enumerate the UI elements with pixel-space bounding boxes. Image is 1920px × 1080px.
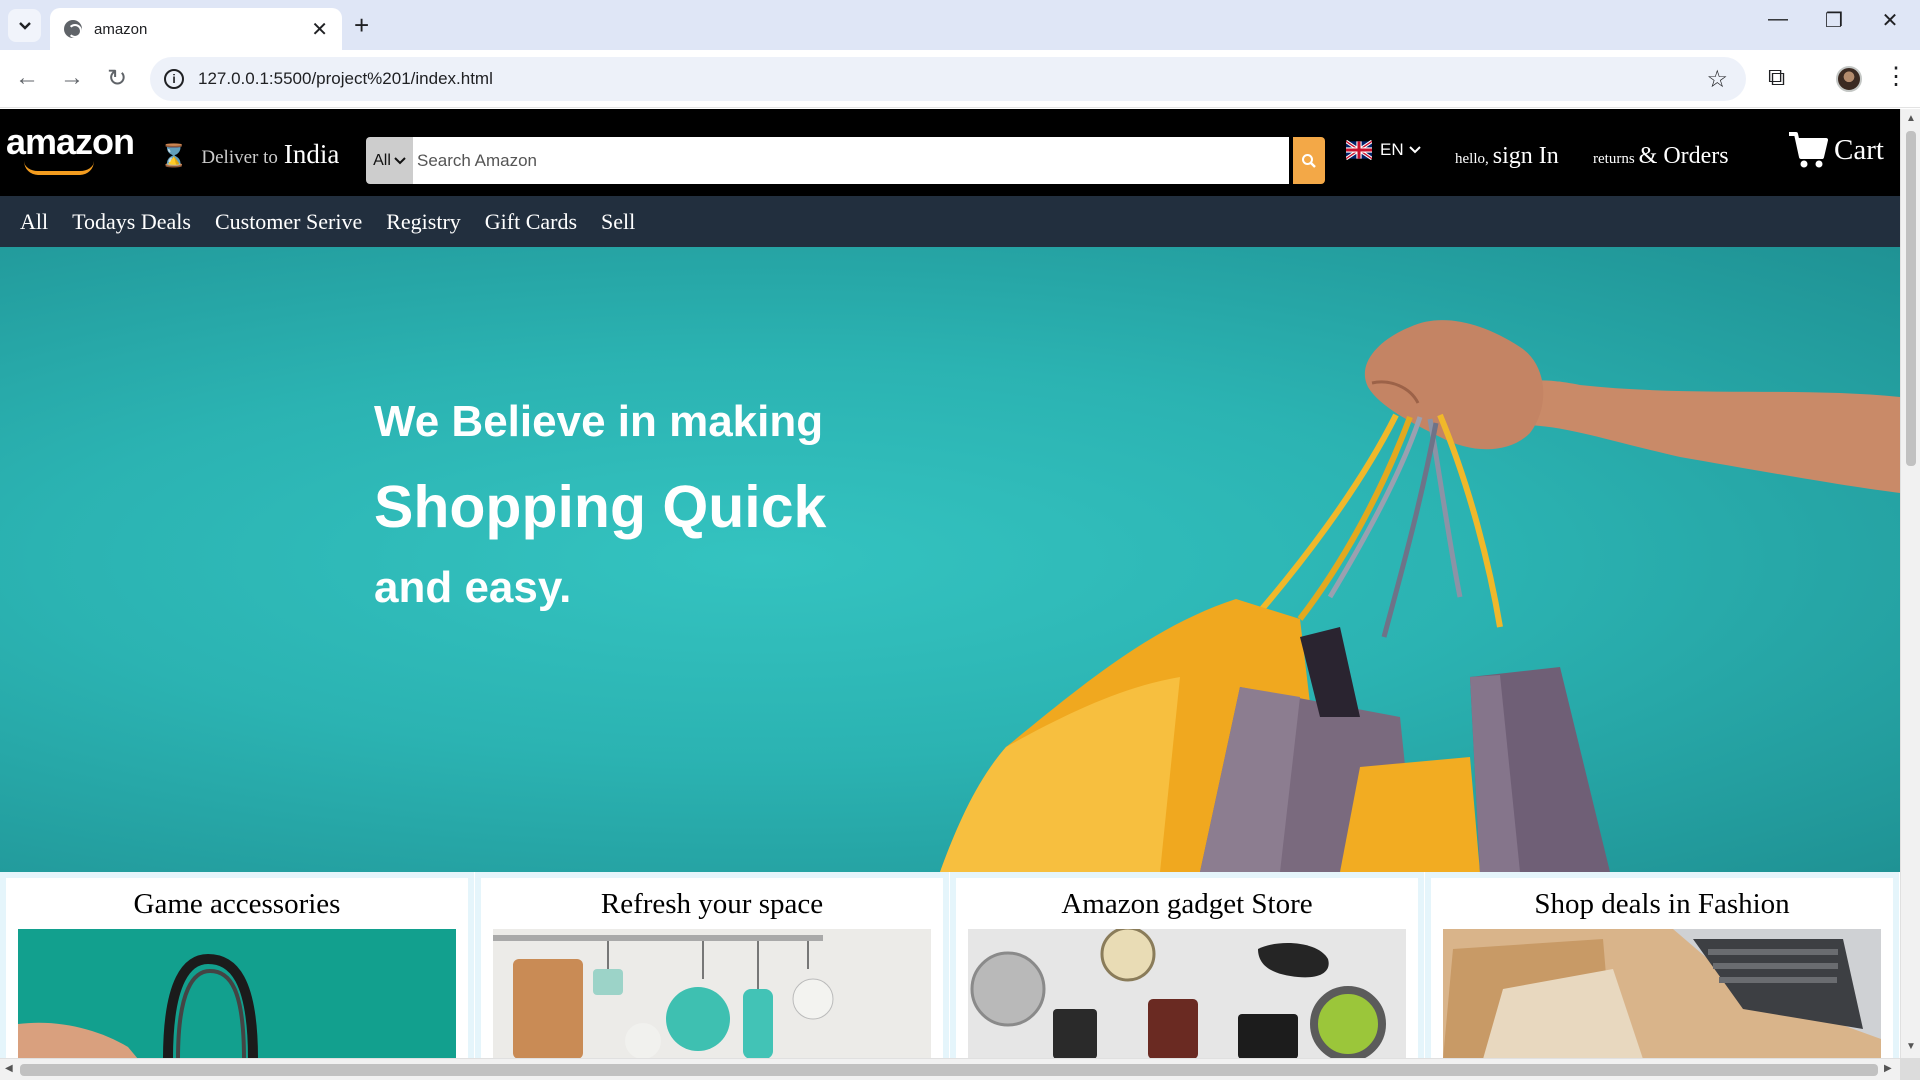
- search-bar: All: [366, 137, 1325, 184]
- page-viewport: amazon ⌛ Deliver to India All Search Ama…: [0, 109, 1900, 1058]
- returns-orders-link[interactable]: returns & Orders: [1593, 143, 1729, 170]
- logo-smile-icon: [24, 161, 94, 175]
- returns-label: returns: [1593, 151, 1635, 167]
- deliver-label: Deliver to: [201, 147, 278, 168]
- category-card[interactable]: Shop deals in Fashion: [1425, 872, 1899, 1058]
- subnav-item-sell[interactable]: Sell: [601, 209, 635, 235]
- sign-in-greeting: hello,: [1455, 151, 1489, 167]
- language-selector[interactable]: EN: [1346, 139, 1421, 161]
- forward-icon[interactable]: →: [57, 64, 87, 92]
- tab-search-button[interactable]: [8, 9, 41, 42]
- cart-link[interactable]: Cart: [1788, 131, 1884, 169]
- vertical-scroll-thumb[interactable]: [1906, 131, 1916, 466]
- category-card[interactable]: Amazon gadget Store: [950, 872, 1424, 1058]
- orders-label: & Orders: [1638, 143, 1729, 169]
- globe-icon: [64, 20, 82, 38]
- search-category-select[interactable]: All: [366, 137, 413, 184]
- horizontal-scroll-thumb[interactable]: [20, 1064, 1878, 1076]
- refresh-space-image[interactable]: [493, 929, 931, 1058]
- game-accessories-image[interactable]: [18, 929, 456, 1058]
- scroll-right-icon[interactable]: ▶: [1884, 1063, 1892, 1074]
- card-title: Shop deals in Fashion: [1534, 888, 1790, 920]
- cart-icon: [1789, 132, 1828, 168]
- minimize-button[interactable]: —: [1758, 8, 1798, 31]
- chevron-down-icon: [18, 21, 31, 30]
- amazon-logo[interactable]: amazon: [6, 121, 135, 175]
- uk-flag-icon: [1346, 139, 1372, 161]
- category-card[interactable]: Refresh your space: [475, 872, 949, 1058]
- vertical-scrollbar[interactable]: ▲ ▼: [1900, 109, 1920, 1058]
- location-pin-icon: ⌛: [160, 143, 188, 168]
- horizontal-scrollbar[interactable]: ◀ ▶: [0, 1058, 1900, 1080]
- chevron-down-icon: [394, 156, 406, 164]
- fashion-deals-image[interactable]: [1443, 929, 1881, 1058]
- close-window-button[interactable]: ✕: [1870, 8, 1910, 33]
- language-label: EN: [1380, 140, 1404, 159]
- subnav-item-registry[interactable]: Registry: [386, 209, 461, 235]
- restore-button[interactable]: ❐: [1814, 8, 1854, 33]
- browser-tab[interactable]: amazon ✕: [50, 8, 342, 50]
- hero-line-2: Shopping Quick: [374, 474, 827, 540]
- deliver-to[interactable]: ⌛ Deliver to India: [160, 139, 339, 170]
- category-card[interactable]: Game accessories: [0, 872, 474, 1058]
- sign-in-label: sign In: [1492, 143, 1559, 169]
- reload-icon[interactable]: ↻: [102, 64, 132, 93]
- search-button[interactable]: [1293, 137, 1325, 184]
- scroll-down-icon[interactable]: ▼: [1906, 1041, 1916, 1052]
- shopping-bags-image: [940, 320, 1900, 872]
- hero-banner: We Believe in making Shopping Quick and …: [0, 247, 1900, 872]
- scroll-up-icon[interactable]: ▲: [1906, 113, 1916, 124]
- cart-label: Cart: [1834, 133, 1884, 166]
- tab-title: amazon: [94, 20, 148, 38]
- bookmark-star-icon[interactable]: ☆: [1706, 65, 1728, 94]
- secondary-nav: All Todays Deals Customer Serive Registr…: [0, 196, 1900, 247]
- category-cards: Game accessories Refresh your space Amaz…: [0, 872, 1900, 1058]
- logo-text: amazon: [6, 121, 135, 162]
- browser-toolbar: ← → ↻ i 127.0.0.1:5500/project%201/index…: [0, 50, 1920, 108]
- gadget-store-image[interactable]: [968, 929, 1406, 1058]
- search-icon: [1302, 153, 1316, 168]
- site-info-icon[interactable]: i: [164, 69, 184, 89]
- card-title: Amazon gadget Store: [1061, 888, 1313, 920]
- scroll-left-icon[interactable]: ◀: [5, 1063, 13, 1074]
- search-category-label: All: [373, 151, 391, 169]
- profile-avatar[interactable]: [1836, 66, 1862, 92]
- subnav-item-customer-service[interactable]: Customer Serive: [215, 209, 362, 235]
- address-bar[interactable]: i 127.0.0.1:5500/project%201/index.html …: [150, 57, 1746, 101]
- scrollbar-corner: [1900, 1058, 1920, 1080]
- url-text[interactable]: 127.0.0.1:5500/project%201/index.html: [198, 69, 1706, 89]
- subnav-item-gift-cards[interactable]: Gift Cards: [485, 209, 577, 235]
- search-input[interactable]: [413, 137, 1289, 184]
- hero-line-1: We Believe in making: [374, 397, 824, 446]
- subnav-item-all[interactable]: All: [20, 209, 48, 235]
- amazon-navbar: amazon ⌛ Deliver to India All Search Ama…: [0, 109, 1900, 196]
- back-icon[interactable]: ←: [12, 64, 42, 92]
- new-tab-button[interactable]: +: [354, 10, 369, 41]
- tab-close-icon[interactable]: ✕: [311, 17, 328, 42]
- extensions-icon[interactable]: ⧉: [1768, 64, 1785, 92]
- card-title: Refresh your space: [600, 888, 824, 920]
- hero-line-3: and easy.: [374, 563, 572, 612]
- chevron-down-icon: [1408, 146, 1421, 154]
- deliver-country: India: [283, 139, 340, 169]
- card-title: Game accessories: [133, 888, 341, 920]
- browser-tab-strip: amazon ✕ + — ❐ ✕: [0, 0, 1920, 50]
- sign-in-link[interactable]: hello, sign In: [1455, 143, 1559, 170]
- subnav-item-todays-deals[interactable]: Todays Deals: [72, 209, 191, 235]
- browser-menu-icon[interactable]: ⋮: [1884, 62, 1908, 91]
